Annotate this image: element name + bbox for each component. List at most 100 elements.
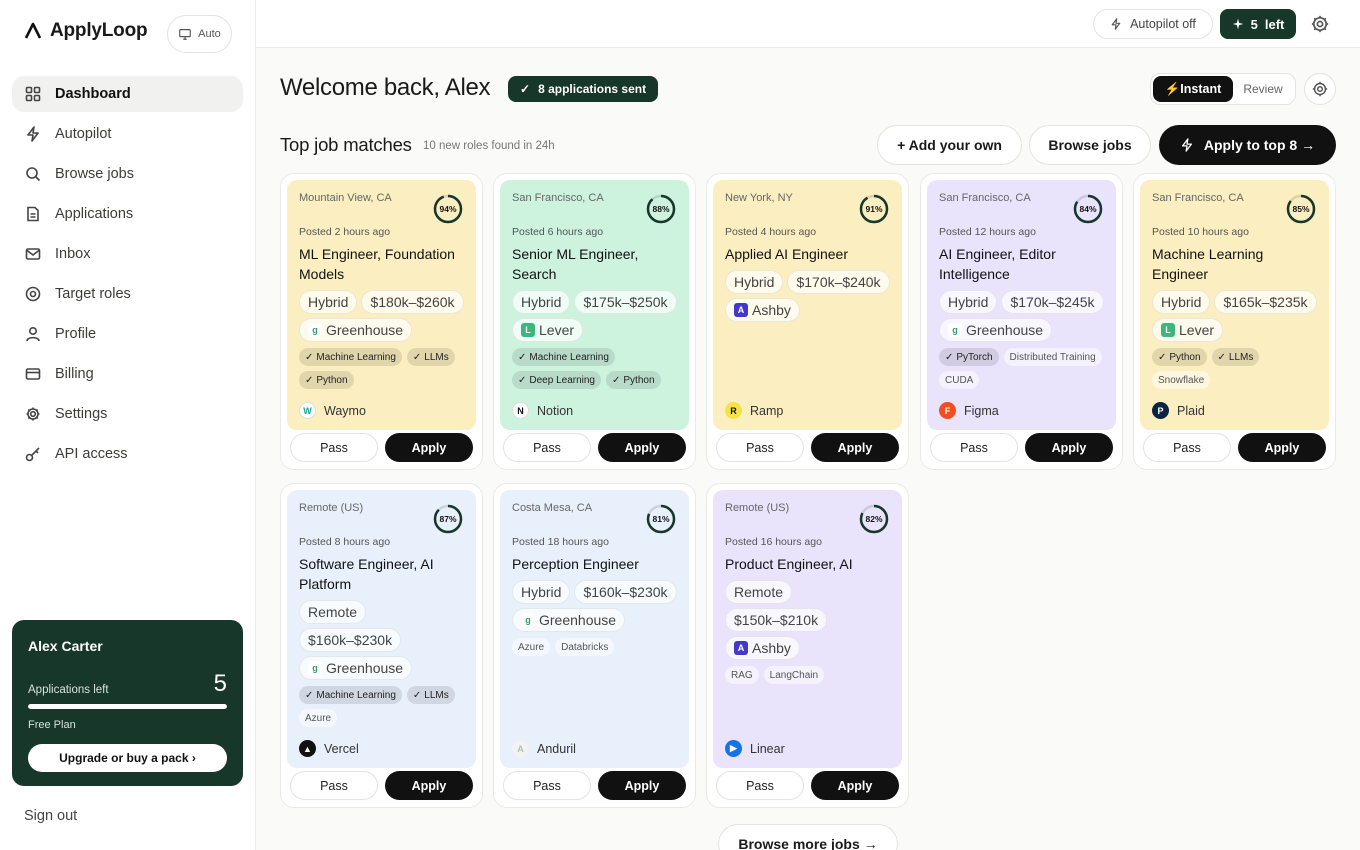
- skill-tag-label: Machine Learning: [316, 351, 396, 363]
- job-chip: Hybrid: [512, 580, 571, 604]
- skill-tag: ✓ Machine Learning: [299, 348, 402, 366]
- pass-button[interactable]: Pass: [930, 433, 1018, 462]
- ats-name: Greenhouse: [966, 322, 1044, 338]
- job-card[interactable]: Costa Mesa, CA 81% Posted 18 hours ago Pe…: [493, 483, 696, 808]
- skill-tags: ✓ Machine Learning ✓ LLMs ✓ Python: [299, 348, 464, 389]
- job-chip: Hybrid: [299, 290, 358, 314]
- company-logo-icon: F: [939, 402, 956, 419]
- sparkle-icon: [1232, 18, 1243, 30]
- job-card-actions: Pass Apply: [290, 433, 473, 462]
- skill-tags: Azure Databricks: [512, 638, 677, 656]
- check-icon: ✓: [1217, 351, 1226, 363]
- sidebar-item-browse-jobs[interactable]: Browse jobs: [12, 156, 243, 192]
- browse-jobs-button[interactable]: Browse jobs: [1029, 125, 1151, 165]
- sidebar-item-api-access[interactable]: API access: [12, 436, 243, 472]
- sidebar-item-dashboard[interactable]: Dashboard: [12, 76, 243, 112]
- skill-tag: RAG: [725, 666, 759, 684]
- skill-tag-label: RAG: [731, 669, 753, 681]
- apps-left-progress: [28, 704, 227, 709]
- ats-chip: L Lever: [1152, 318, 1224, 342]
- skill-tag-label: LLMs: [1228, 351, 1254, 363]
- theme-auto-button[interactable]: Auto: [167, 15, 232, 53]
- apply-button[interactable]: Apply: [385, 771, 473, 800]
- apply-top-button[interactable]: Apply to top 8 →: [1159, 125, 1336, 165]
- brand-logo[interactable]: ApplyLoop: [24, 20, 148, 42]
- browse-more-button[interactable]: Browse more jobs →: [718, 824, 898, 850]
- job-posted-time: Posted 6 hours ago: [512, 226, 604, 238]
- target-icon: [25, 286, 41, 302]
- job-card[interactable]: San Francisco, CA 88% Posted 6 hours ago…: [493, 173, 696, 470]
- pass-button[interactable]: Pass: [503, 771, 591, 800]
- job-card[interactable]: Mountain View, CA 94% Posted 2 hours ago…: [280, 173, 483, 470]
- company-logo-icon: ▲: [299, 740, 316, 757]
- credits-left-badge[interactable]: 5 left: [1220, 9, 1296, 39]
- applications-sent-badge: ✓ 8 applications sent: [508, 76, 659, 102]
- company: R Ramp: [725, 402, 783, 419]
- match-score-ring: 82%: [858, 503, 890, 535]
- apply-button[interactable]: Apply: [598, 433, 686, 462]
- job-card-body: San Francisco, CA 85% Posted 10 hours ag…: [1140, 180, 1329, 430]
- mode-review-button[interactable]: Review: [1233, 82, 1293, 96]
- skill-tag: Snowflake: [1152, 371, 1211, 389]
- gear-icon[interactable]: [1311, 15, 1329, 33]
- check-icon: ✓: [412, 351, 422, 363]
- match-score-ring: 81%: [645, 503, 677, 535]
- sidebar-item-billing[interactable]: Billing: [12, 356, 243, 392]
- company-name: Linear: [750, 741, 785, 756]
- bolt-icon: [1111, 18, 1121, 30]
- pass-button[interactable]: Pass: [1143, 433, 1231, 462]
- company: A Anduril: [512, 740, 576, 757]
- monitor-icon: [179, 29, 191, 40]
- sidebar-item-profile[interactable]: Profile: [12, 316, 243, 352]
- job-posted-time: Posted 18 hours ago: [512, 536, 609, 548]
- job-card[interactable]: San Francisco, CA 85% Posted 10 hours ag…: [1133, 173, 1336, 470]
- skill-tag: Azure: [299, 709, 338, 727]
- company-name: Vercel: [324, 741, 359, 756]
- sidebar-item-target-roles[interactable]: Target roles: [12, 276, 243, 312]
- job-chip: Remote: [299, 600, 367, 624]
- pass-button[interactable]: Pass: [290, 771, 378, 800]
- ats-chip: A Ashby: [725, 636, 800, 660]
- apply-button[interactable]: Apply: [385, 433, 473, 462]
- job-card[interactable]: Remote (US) 87% Posted 8 hours ago Softwa…: [280, 483, 483, 808]
- apply-button[interactable]: Apply: [811, 771, 899, 800]
- sidebar-item-applications[interactable]: Applications: [12, 196, 243, 232]
- pass-button[interactable]: Pass: [290, 433, 378, 462]
- apply-button[interactable]: Apply: [811, 433, 899, 462]
- job-title: Machine Learning Engineer: [1152, 246, 1264, 282]
- ats-logo-icon: g: [521, 613, 535, 627]
- company: P Plaid: [1152, 402, 1205, 419]
- match-score-ring: 94%: [432, 193, 464, 225]
- pass-button[interactable]: Pass: [503, 433, 591, 462]
- company: W Waymo: [299, 402, 366, 419]
- pass-button[interactable]: Pass: [716, 433, 804, 462]
- job-chip: $160k–$230k: [574, 580, 677, 604]
- job-posted-time: Posted 16 hours ago: [725, 536, 822, 548]
- pass-button[interactable]: Pass: [716, 771, 804, 800]
- user-icon: [26, 326, 40, 342]
- job-card[interactable]: Remote (US) 82% Posted 16 hours ago Produ…: [706, 483, 909, 808]
- ats-logo-icon: A: [734, 641, 748, 655]
- add-your-own-button[interactable]: + Add your own: [877, 125, 1022, 165]
- sidebar-item-settings[interactable]: Settings: [12, 396, 243, 432]
- sidebar-item-inbox[interactable]: Inbox: [12, 236, 243, 272]
- apply-button[interactable]: Apply: [1238, 433, 1326, 462]
- skill-tag: ✓ Python: [299, 371, 354, 389]
- upgrade-button[interactable]: Upgrade or buy a pack ›: [28, 744, 227, 772]
- job-card[interactable]: San Francisco, CA 84% Posted 12 hours ag…: [920, 173, 1123, 470]
- autopilot-toggle[interactable]: Autopilot off: [1093, 9, 1213, 39]
- sign-out-link[interactable]: Sign out: [24, 808, 77, 824]
- skill-tag: LangChain: [763, 666, 825, 684]
- sidebar-item-label: Target roles: [55, 286, 131, 302]
- skill-tags: ✓ Python ✓ LLMs Snowflake: [1152, 348, 1317, 389]
- top-bar: Autopilot off 5 left: [256, 0, 1360, 48]
- job-card[interactable]: New York, NY 91% Posted 4 hours ago Appli…: [706, 173, 909, 470]
- skill-tag: Azure: [512, 638, 551, 656]
- mode-settings-button[interactable]: [1304, 73, 1336, 105]
- job-chips: Hybrid $180k–$260k g Greenhouse: [299, 290, 464, 342]
- apply-button[interactable]: Apply: [1025, 433, 1113, 462]
- apply-button[interactable]: Apply: [598, 771, 686, 800]
- sidebar-item-autopilot[interactable]: Autopilot: [12, 116, 243, 152]
- mode-instant-button[interactable]: ⚡Instant: [1153, 76, 1233, 102]
- sidebar-item-label: Inbox: [55, 246, 91, 262]
